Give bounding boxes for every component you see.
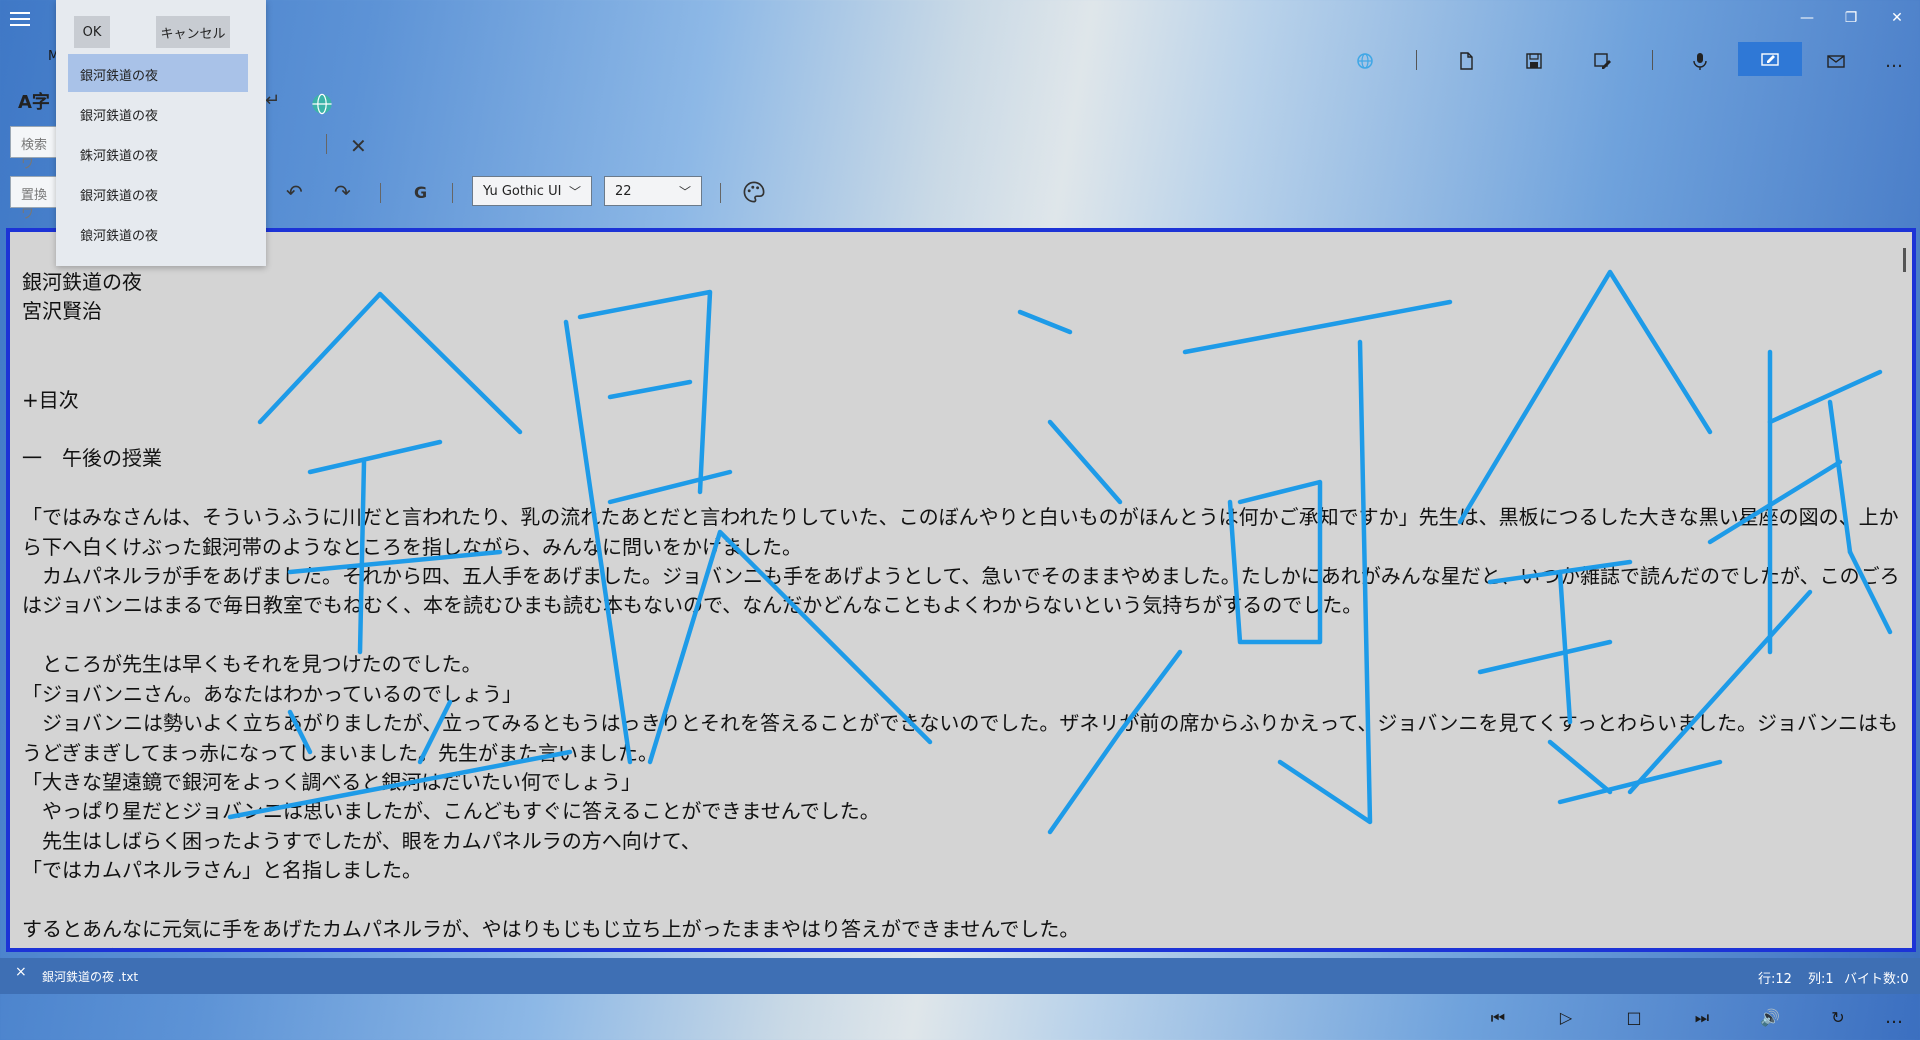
font-convert-icon[interactable]: A字 — [18, 88, 50, 114]
minimize-button[interactable]: — — [1790, 6, 1824, 30]
ink-mode-icon[interactable] — [1738, 42, 1802, 76]
previous-icon[interactable]: ⏮ — [1486, 1006, 1510, 1030]
text-editor[interactable]: 銀河鉄道の夜 宮沢賢治 +目次 一 午後の授業 「ではみなさんは、そういうふうに… — [6, 228, 1916, 952]
next-icon[interactable]: ⏭ — [1690, 1006, 1714, 1030]
close-search-icon[interactable]: ✕ — [350, 134, 367, 158]
stop-icon[interactable]: □ — [1622, 1006, 1646, 1030]
redo-icon[interactable]: ↷ — [334, 180, 351, 204]
column-indicator: 列:1 — [1808, 972, 1834, 987]
line-indicator: 行:12 — [1758, 972, 1792, 987]
toolbar-divider — [380, 183, 381, 203]
font-family-select[interactable]: Yu Gothic UI ﹀ — [472, 176, 592, 206]
cancel-button[interactable]: キャンセル — [156, 16, 230, 48]
toolbar-divider — [1652, 50, 1653, 70]
close-window-button[interactable]: ✕ — [1880, 6, 1914, 30]
candidate-item[interactable]: 鋃河鉄道の夜 — [68, 214, 248, 252]
toolbar-divider — [326, 134, 327, 154]
status-bar: × 銀河鉄道の夜 .txt 行:12 列:1 バイト数:0 — [0, 958, 1920, 994]
candidate-item[interactable]: 銀河鉄道の夜 — [68, 174, 248, 212]
vertical-scrollbar[interactable] — [1903, 248, 1906, 272]
color-palette-icon[interactable] — [742, 180, 766, 209]
byte-count: バイト数:0 — [1844, 972, 1909, 987]
font-size-select[interactable]: 22 ﹀ — [604, 176, 702, 206]
more-playback-icon[interactable]: … — [1882, 1006, 1906, 1030]
chevron-down-icon: ﹀ — [678, 184, 691, 199]
chevron-down-icon: ﹀ — [568, 184, 581, 199]
new-file-icon[interactable] — [1436, 44, 1496, 78]
globe-language-icon[interactable] — [310, 92, 334, 120]
font-size-value: 22 — [615, 183, 632, 199]
restore-button[interactable]: ❐ — [1834, 6, 1868, 30]
repeat-icon[interactable]: ↻ — [1826, 1006, 1850, 1030]
ok-button[interactable]: OK — [74, 16, 110, 48]
enter-icon[interactable]: ↵ — [265, 90, 280, 111]
candidate-item[interactable]: 銀河鉄道の夜 — [68, 94, 248, 132]
toolbar-divider — [452, 183, 453, 203]
globe-icon[interactable] — [1335, 44, 1395, 78]
bold-button[interactable]: G — [414, 183, 427, 202]
font-family-value: Yu Gothic UI — [483, 183, 562, 199]
hamburger-menu-icon[interactable] — [10, 12, 30, 28]
editor-text[interactable]: 銀河鉄道の夜 宮沢賢治 +目次 一 午後の授業 「ではみなさんは、そういうふうに… — [22, 268, 1902, 948]
volume-icon[interactable]: 🔊 — [1758, 1006, 1782, 1030]
file-name[interactable]: 銀河鉄道の夜 .txt — [42, 968, 138, 985]
toolbar-divider — [720, 183, 721, 203]
save-as-icon[interactable] — [1572, 44, 1632, 78]
toolbar-divider — [1416, 50, 1417, 70]
title-bar: — ❐ ✕ — [0, 0, 1920, 40]
handwriting-candidates-popup: OK キャンセル 銀河鉄道の夜 銀河鉄道の夜 銖河鉄道の夜 銀河鉄道の夜 鋃河鉄… — [56, 0, 266, 266]
candidate-item-selected[interactable]: 銀河鉄道の夜 — [68, 54, 248, 92]
mail-icon[interactable] — [1806, 44, 1866, 78]
close-tab-icon[interactable]: × — [15, 964, 27, 980]
undo-icon[interactable]: ↶ — [286, 180, 303, 204]
save-icon[interactable] — [1504, 44, 1564, 78]
microphone-icon[interactable] — [1670, 44, 1730, 78]
more-options-icon[interactable]: … — [1864, 44, 1920, 78]
candidate-item[interactable]: 銖河鉄道の夜 — [68, 134, 248, 172]
play-icon[interactable]: ▷ — [1554, 1006, 1578, 1030]
